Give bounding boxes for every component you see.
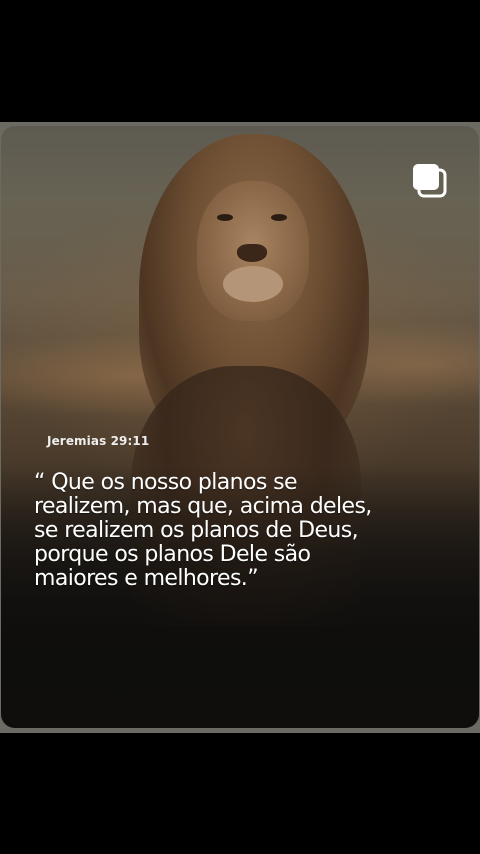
verse-reference: Jeremias 29:11 (47, 434, 150, 448)
post-card[interactable]: Jeremias 29:11 “ Que os nosso planos se … (1, 126, 479, 728)
quote-line-4: porque os planos Dele são (34, 542, 311, 567)
quote-line-3: se realizem os planos de Deus, (34, 518, 359, 543)
quote-line-2: realizem, mas que, acima deles, (34, 494, 372, 519)
screen: Jeremias 29:11 “ Que os nosso planos se … (0, 0, 480, 854)
lion-muzzle (223, 266, 283, 302)
lion-nose (237, 244, 267, 262)
quote-line-5: maiores e melhores.” (34, 566, 259, 591)
lion-eye-left (217, 214, 233, 221)
stacked-squares-icon[interactable] (411, 162, 449, 200)
quote-text: “ Que os nosso planos se realizem, mas q… (34, 471, 464, 591)
quote-line-1: “ Que os nosso planos se (34, 470, 297, 495)
lion-eye-right (271, 214, 287, 221)
